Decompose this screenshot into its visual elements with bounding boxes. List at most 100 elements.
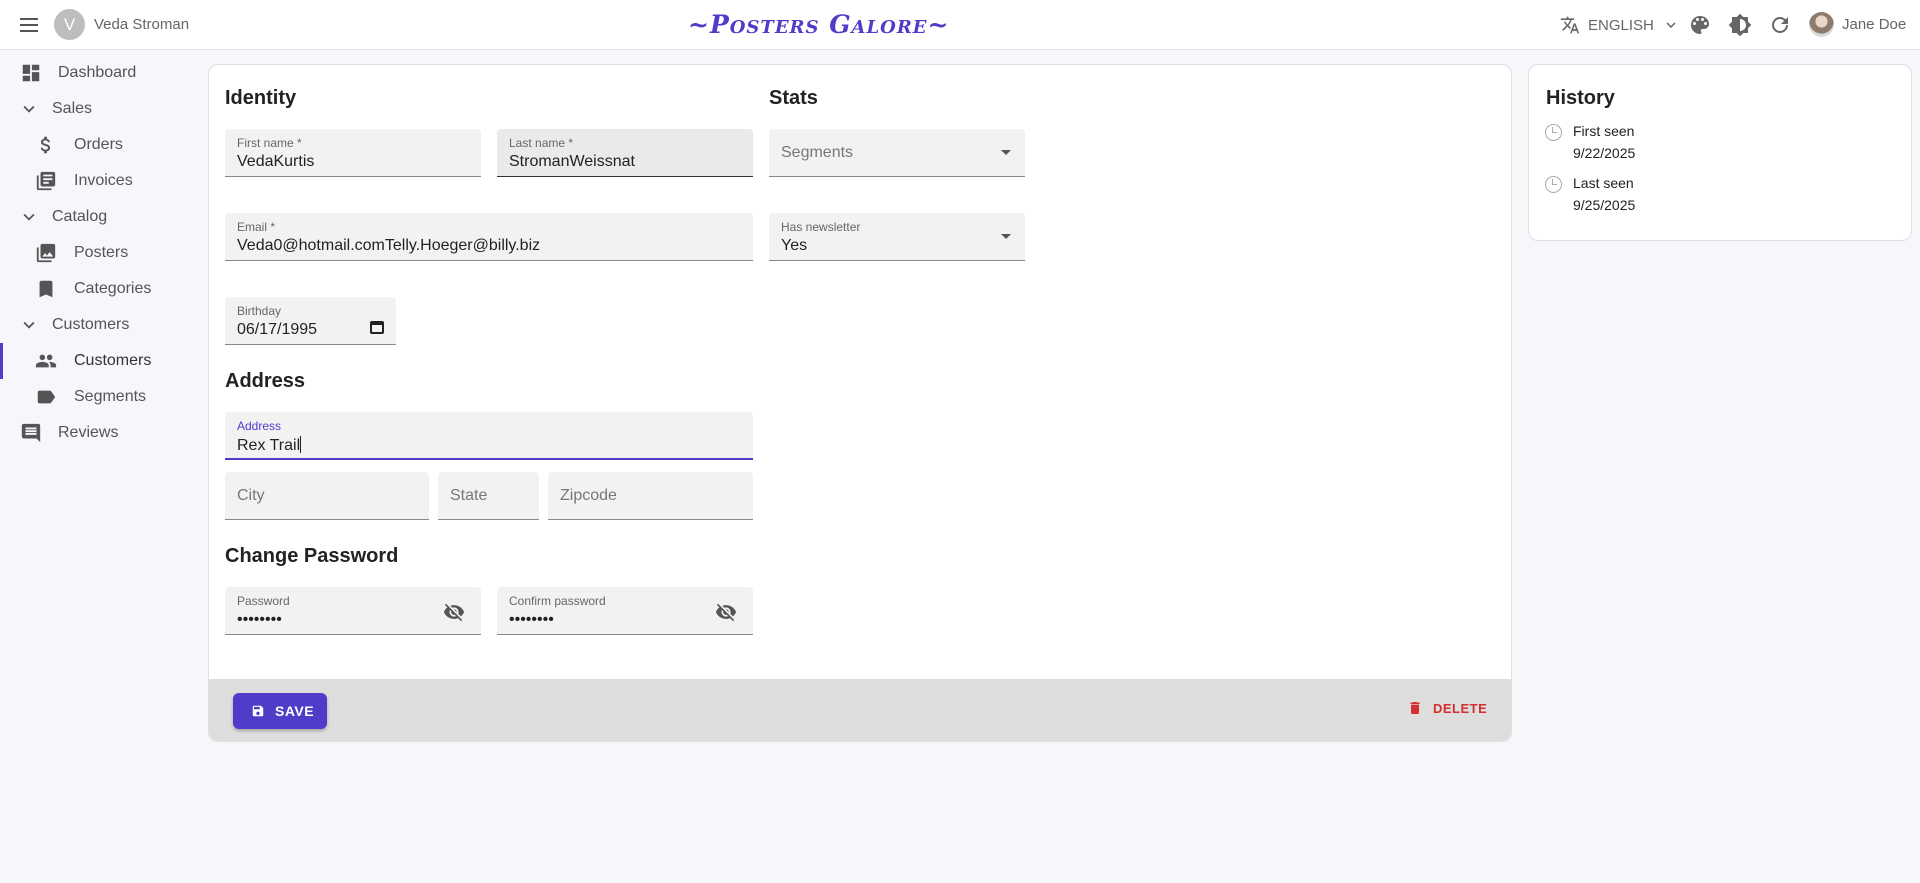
history-heading: History: [1546, 87, 1615, 109]
sidebar-item-label: Reviews: [58, 424, 119, 441]
sidebar-item-customers[interactable]: Customers: [0, 343, 200, 379]
visibility-off-icon[interactable]: [715, 601, 737, 623]
user-avatar: [1809, 12, 1834, 37]
sidebar-group-sales[interactable]: Sales: [0, 91, 200, 127]
sidebar-item-segments[interactable]: Segments: [0, 379, 200, 415]
app-bar: V Veda Stroman ~Posters Galore~ ENGLISH …: [0, 0, 1920, 50]
field-value: VedaKurtis: [237, 153, 315, 170]
sidebar-item-label: Customers: [52, 316, 130, 333]
language-label: ENGLISH: [1588, 16, 1654, 34]
dropdown-arrow-icon: [1001, 150, 1011, 155]
sidebar-item-label: Posters: [74, 244, 129, 261]
city-field[interactable]: City: [225, 472, 429, 520]
sidebar: Dashboard Sales Orders Invoices Catalog …: [0, 55, 200, 451]
collections-icon: [35, 242, 57, 264]
last-name-field[interactable]: Last name * StromanWeissnat: [497, 129, 753, 177]
sidebar-item-label: Dashboard: [58, 64, 137, 81]
field-placeholder: City: [237, 487, 265, 504]
sidebar-item-orders[interactable]: Orders: [0, 127, 200, 163]
sidebar-group-customers[interactable]: Customers: [0, 307, 200, 343]
sidebar-item-label: Segments: [74, 388, 147, 405]
first-seen-value: 9/22/2025: [1573, 145, 1636, 161]
sidebar-item-label: Customers: [74, 352, 152, 369]
sidebar-item-categories[interactable]: Categories: [0, 271, 200, 307]
calendar-icon[interactable]: [370, 321, 384, 334]
history-panel: History First seen 9/22/2025 Last seen 9…: [1528, 64, 1912, 241]
field-label: First name *: [237, 136, 302, 150]
field-label: Password: [237, 594, 290, 608]
text-cursor: [300, 436, 302, 453]
palette-icon[interactable]: [1688, 13, 1712, 37]
address-heading: Address: [225, 370, 306, 392]
stats-heading: Stats: [769, 87, 818, 109]
field-value: ••••••••: [509, 611, 554, 628]
state-field[interactable]: State: [438, 472, 539, 520]
theme-toggle-icon[interactable]: [1728, 13, 1752, 37]
translate-icon: [1560, 16, 1580, 34]
field-value: Yes: [781, 237, 808, 254]
sidebar-item-posters[interactable]: Posters: [0, 235, 200, 271]
first-name-field[interactable]: First name * VedaKurtis: [225, 129, 481, 177]
menu-icon[interactable]: [17, 13, 41, 37]
sidebar-item-label: Categories: [74, 280, 152, 297]
field-label: Last name *: [509, 136, 574, 150]
chevron-down-icon: [18, 314, 40, 336]
email-field[interactable]: Email * Veda0@hotmail.comTelly.Hoeger@bi…: [225, 213, 753, 261]
dashboard-icon: [20, 62, 42, 84]
field-label: Birthday: [237, 304, 282, 318]
newsletter-select[interactable]: Has newsletter Yes: [769, 213, 1025, 261]
last-seen-label: Last seen: [1573, 175, 1634, 191]
birthday-field[interactable]: Birthday 06/17/1995: [225, 297, 396, 345]
field-label: Address: [237, 419, 282, 433]
visibility-off-icon[interactable]: [443, 601, 465, 623]
record-avatar: V: [54, 9, 85, 40]
field-label: Has newsletter: [781, 220, 861, 234]
zipcode-field[interactable]: Zipcode: [548, 472, 753, 520]
bookmark-icon: [35, 278, 57, 300]
delete-button[interactable]: DELETE: [1407, 700, 1487, 716]
field-value: 06/17/1995: [237, 321, 318, 338]
field-value: StromanWeissnat: [509, 153, 635, 170]
user-menu[interactable]: Jane Doe: [1809, 12, 1906, 37]
field-label: Email *: [237, 220, 276, 234]
chevron-down-icon: [18, 206, 40, 228]
confirm-password-field[interactable]: Confirm password ••••••••: [497, 587, 753, 635]
field-value: Rex Trail: [237, 437, 301, 454]
field-placeholder: Zipcode: [560, 487, 617, 504]
clock-icon: [1545, 176, 1562, 193]
save-icon: [252, 705, 264, 717]
comment-icon: [20, 422, 42, 444]
sidebar-group-catalog[interactable]: Catalog: [0, 199, 200, 235]
brand-logo: ~Posters Galore~: [688, 10, 950, 39]
dropdown-arrow-icon: [1001, 234, 1011, 239]
sidebar-item-reviews[interactable]: Reviews: [0, 415, 200, 451]
language-selector[interactable]: ENGLISH: [1560, 15, 1680, 35]
refresh-icon[interactable]: [1768, 13, 1792, 37]
save-button[interactable]: SAVE: [233, 693, 327, 729]
sidebar-item-label: Sales: [52, 100, 93, 117]
delete-icon: [1410, 702, 1420, 714]
chevron-down-icon: [1666, 22, 1676, 28]
segments-select[interactable]: Segments: [769, 129, 1025, 177]
chevron-down-icon: [18, 98, 40, 120]
label-icon: [35, 386, 57, 408]
last-seen-value: 9/25/2025: [1573, 197, 1636, 213]
field-value-wrap: Rex Trail: [237, 436, 302, 455]
field-placeholder: State: [450, 487, 488, 504]
dollar-icon: [35, 134, 57, 156]
sidebar-item-label: Orders: [74, 136, 123, 153]
address-field[interactable]: Address Rex Trail: [225, 412, 753, 460]
sidebar-item-invoices[interactable]: Invoices: [0, 163, 200, 199]
library-books-icon: [35, 170, 57, 192]
password-field[interactable]: Password ••••••••: [225, 587, 481, 635]
delete-label: DELETE: [1433, 700, 1488, 716]
field-label: Confirm password: [509, 594, 606, 608]
sidebar-item-label: Catalog: [52, 208, 108, 225]
identity-heading: Identity: [225, 87, 297, 109]
record-title: Veda Stroman: [94, 16, 190, 33]
first-seen-label: First seen: [1573, 123, 1635, 139]
field-placeholder: Segments: [781, 144, 854, 161]
sidebar-item-dashboard[interactable]: Dashboard: [0, 55, 200, 91]
sidebar-item-label: Invoices: [74, 172, 133, 189]
change-password-heading: Change Password: [225, 545, 399, 567]
